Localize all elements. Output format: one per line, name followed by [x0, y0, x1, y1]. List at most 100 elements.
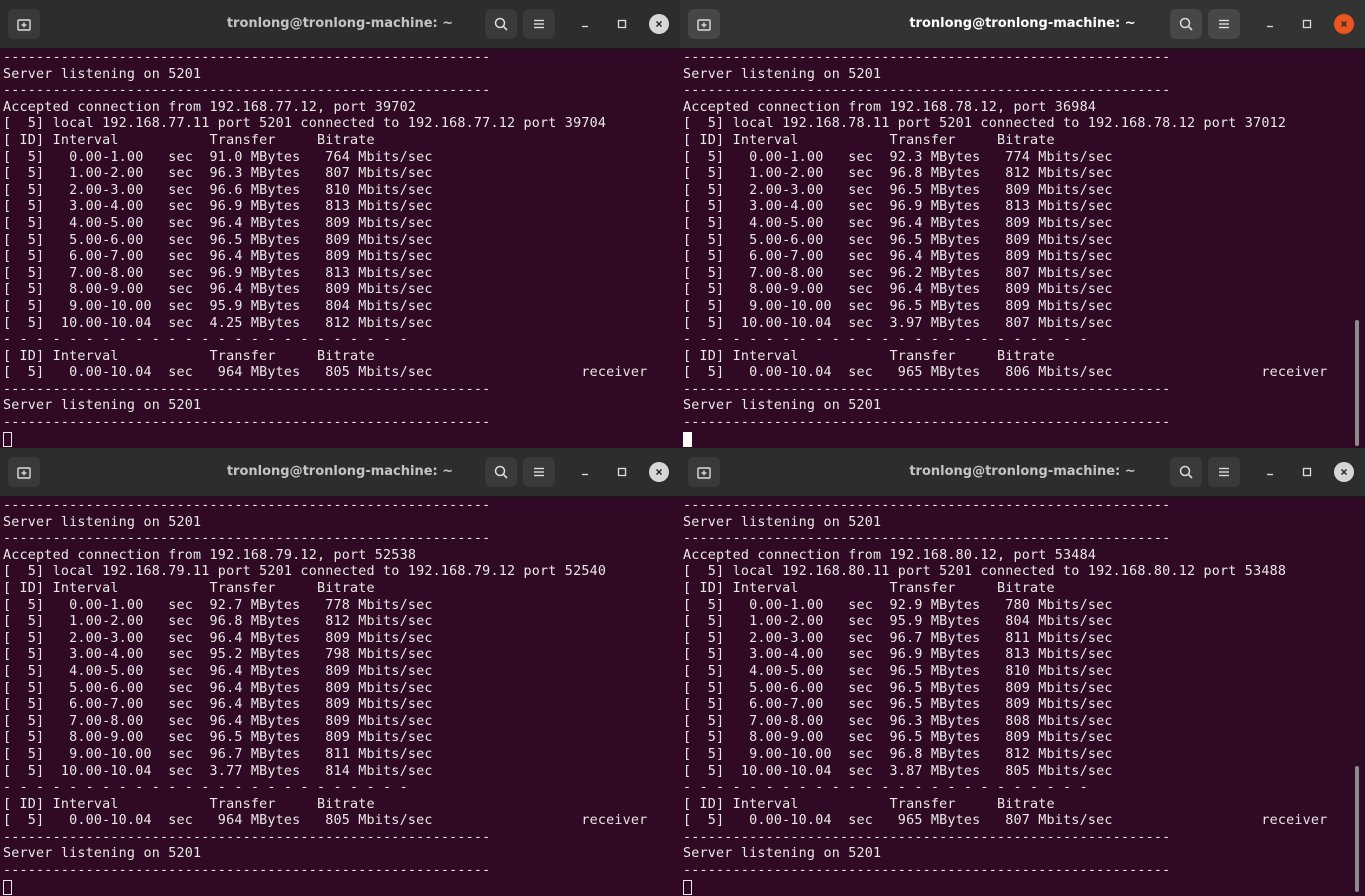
minimize-button[interactable]	[575, 14, 595, 34]
terminal-line: [ 5] 8.00-9.00 sec 96.4 MBytes 809 Mbits…	[683, 282, 1113, 298]
terminal-line: [ 5] 8.00-9.00 sec 96.5 MBytes 809 Mbits…	[683, 730, 1113, 746]
terminal-line: [ 5] 0.00-10.04 sec 965 MBytes 806 Mbits…	[683, 365, 1328, 381]
text-cursor	[3, 879, 12, 895]
terminal-line: [ 5] 2.00-3.00 sec 96.6 MBytes 810 Mbits…	[3, 182, 433, 198]
terminal-line: [ 5] 7.00-8.00 sec 96.3 MBytes 808 Mbits…	[683, 713, 1113, 729]
terminal-window-top-left[interactable]: tronlong@tronlong-machine: ~ -----------…	[0, 0, 680, 448]
terminal-output[interactable]: ----------------------------------------…	[680, 496, 1365, 896]
title-bar[interactable]: tronlong@tronlong-machine: ~	[680, 0, 1365, 49]
new-tab-button[interactable]	[688, 457, 720, 487]
terminal-line: [ 5] 0.00-10.04 sec 964 MBytes 805 Mbits…	[3, 365, 648, 381]
terminal-line: ----------------------------------------…	[3, 415, 491, 431]
terminal-line: [ 5] 10.00-10.04 sec 3.87 MBytes 805 Mbi…	[683, 763, 1113, 779]
prompt-line[interactable]	[683, 431, 1365, 448]
close-icon	[1340, 20, 1348, 28]
scrollbar-thumb[interactable]	[1355, 766, 1359, 892]
terminal-line: ----------------------------------------…	[683, 829, 1171, 845]
search-button[interactable]	[1170, 9, 1202, 39]
terminal-line: ----------------------------------------…	[3, 531, 491, 547]
terminal-line: [ 5] 7.00-8.00 sec 96.4 MBytes 809 Mbits…	[3, 713, 433, 729]
terminal-line: Accepted connection from 192.168.79.12, …	[3, 547, 417, 563]
terminal-line: ----------------------------------------…	[3, 50, 491, 65]
terminal-line: [ 5] 6.00-7.00 sec 96.5 MBytes 809 Mbits…	[683, 697, 1113, 713]
new-tab-icon	[697, 467, 711, 479]
maximize-icon	[1302, 19, 1312, 29]
terminal-line: [ ID] Interval Transfer Bitrate	[683, 580, 1055, 596]
terminal-output[interactable]: ----------------------------------------…	[0, 496, 680, 896]
terminal-line: ----------------------------------------…	[3, 498, 491, 513]
prompt-line[interactable]	[3, 431, 680, 448]
terminal-line: [ 5] 7.00-8.00 sec 96.9 MBytes 813 Mbits…	[3, 265, 433, 281]
minimize-button[interactable]	[1260, 14, 1280, 34]
new-tab-icon	[17, 19, 31, 31]
close-button[interactable]	[1334, 14, 1354, 34]
text-cursor	[683, 431, 692, 447]
scrollbar-thumb[interactable]	[1355, 320, 1359, 446]
menu-button[interactable]	[1208, 457, 1240, 487]
search-button[interactable]	[485, 457, 517, 487]
terminal-line: [ 5] 4.00-5.00 sec 96.4 MBytes 809 Mbits…	[683, 215, 1113, 231]
terminal-line: [ 5] 0.00-1.00 sec 92.3 MBytes 774 Mbits…	[683, 149, 1113, 165]
minimize-button[interactable]	[1260, 462, 1280, 482]
text-cursor	[3, 431, 12, 447]
search-icon	[494, 465, 508, 479]
search-icon	[1179, 465, 1193, 479]
terminal-line: [ 5] local 192.168.80.11 port 5201 conne…	[683, 564, 1287, 580]
maximize-icon	[1302, 467, 1312, 477]
terminal-line: [ 5] local 192.168.79.11 port 5201 conne…	[3, 564, 607, 580]
hamburger-menu-icon	[1219, 467, 1229, 477]
title-bar[interactable]: tronlong@tronlong-machine: ~	[0, 0, 680, 49]
terminal-line: ----------------------------------------…	[683, 498, 1171, 513]
new-tab-button[interactable]	[8, 457, 40, 487]
terminal-line: ----------------------------------------…	[683, 415, 1171, 431]
maximize-button[interactable]	[1297, 14, 1317, 34]
minimize-icon	[1267, 473, 1273, 476]
title-bar[interactable]: tronlong@tronlong-machine: ~	[680, 448, 1365, 497]
maximize-button[interactable]	[612, 14, 632, 34]
prompt-line[interactable]	[3, 879, 680, 896]
terminal-line: ----------------------------------------…	[683, 531, 1171, 547]
terminal-line: ----------------------------------------…	[3, 829, 491, 845]
search-button[interactable]	[485, 9, 517, 39]
terminal-line: [ 5] 6.00-7.00 sec 96.4 MBytes 809 Mbits…	[683, 249, 1113, 265]
terminal-line: [ 5] 3.00-4.00 sec 96.9 MBytes 813 Mbits…	[3, 199, 433, 215]
terminal-line: [ 5] 5.00-6.00 sec 96.5 MBytes 809 Mbits…	[3, 232, 433, 248]
menu-button[interactable]	[1208, 9, 1240, 39]
menu-button[interactable]	[523, 457, 555, 487]
close-button[interactable]	[1334, 462, 1354, 482]
terminal-line: [ 5] 8.00-9.00 sec 96.5 MBytes 809 Mbits…	[3, 730, 433, 746]
terminal-line: ----------------------------------------…	[683, 83, 1171, 99]
terminal-line: [ 5] 1.00-2.00 sec 95.9 MBytes 804 Mbits…	[683, 614, 1113, 630]
maximize-button[interactable]	[612, 462, 632, 482]
maximize-button[interactable]	[1297, 462, 1317, 482]
terminal-line: [ ID] Interval Transfer Bitrate	[683, 348, 1055, 364]
terminal-output[interactable]: ----------------------------------------…	[0, 48, 680, 448]
new-tab-button[interactable]	[8, 9, 40, 39]
terminal-line: [ 5] 6.00-7.00 sec 96.4 MBytes 809 Mbits…	[3, 697, 433, 713]
terminal-line: Server listening on 5201	[3, 66, 202, 82]
close-button[interactable]	[649, 462, 669, 482]
terminal-line: Accepted connection from 192.168.80.12, …	[683, 547, 1097, 563]
terminal-line: [ 5] 9.00-10.00 sec 96.5 MBytes 809 Mbit…	[683, 298, 1113, 314]
close-icon	[1340, 468, 1348, 476]
terminal-window-bottom-right[interactable]: tronlong@tronlong-machine: ~ -----------…	[680, 448, 1365, 896]
close-icon	[655, 20, 663, 28]
minimize-button[interactable]	[575, 462, 595, 482]
menu-button[interactable]	[523, 9, 555, 39]
terminal-output[interactable]: ----------------------------------------…	[680, 48, 1365, 448]
prompt-line[interactable]	[683, 879, 1365, 896]
terminal-line: [ 5] 10.00-10.04 sec 3.77 MBytes 814 Mbi…	[3, 763, 433, 779]
terminal-line: [ 5] 3.00-4.00 sec 96.9 MBytes 813 Mbits…	[683, 199, 1113, 215]
new-tab-button[interactable]	[688, 9, 720, 39]
terminal-window-top-right[interactable]: tronlong@tronlong-machine: ~ -----------…	[680, 0, 1365, 448]
close-button[interactable]	[649, 14, 669, 34]
terminal-line: [ ID] Interval Transfer Bitrate	[3, 580, 375, 596]
terminal-window-bottom-left[interactable]: tronlong@tronlong-machine: ~ -----------…	[0, 448, 680, 896]
search-button[interactable]	[1170, 457, 1202, 487]
terminal-line: ----------------------------------------…	[3, 83, 491, 99]
terminal-line: [ 5] 2.00-3.00 sec 96.7 MBytes 811 Mbits…	[683, 630, 1113, 646]
terminal-line: Server listening on 5201	[683, 398, 882, 414]
title-bar[interactable]: tronlong@tronlong-machine: ~	[0, 448, 680, 497]
terminal-line: - - - - - - - - - - - - - - - - - - - - …	[683, 780, 1088, 796]
terminal-line: [ 5] 10.00-10.04 sec 3.97 MBytes 807 Mbi…	[683, 315, 1113, 331]
